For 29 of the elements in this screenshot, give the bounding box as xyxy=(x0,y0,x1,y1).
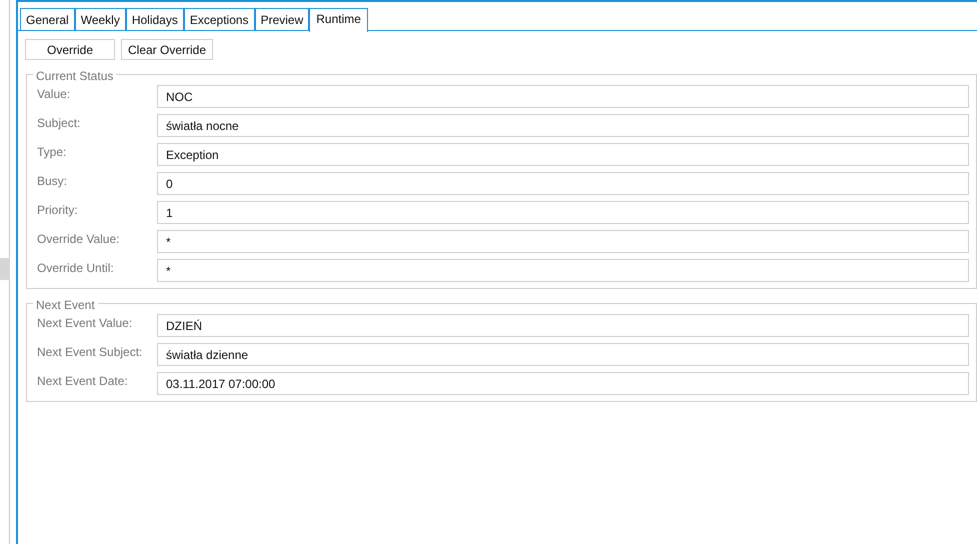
field-label: Priority: xyxy=(36,202,79,219)
field-label: Value: xyxy=(36,86,72,103)
field-label: Override Until: xyxy=(36,260,115,277)
text-field[interactable]: 0 xyxy=(157,172,969,195)
text-field[interactable]: NOC xyxy=(157,85,969,108)
text-field[interactable]: * xyxy=(157,259,969,282)
splitter-handle[interactable] xyxy=(0,258,10,280)
field-label: Subject: xyxy=(36,115,82,132)
tab[interactable]: Exceptions xyxy=(184,8,255,30)
tab[interactable]: Weekly xyxy=(74,8,126,30)
field-label: Type: xyxy=(36,144,68,161)
text-field[interactable]: Exception xyxy=(157,143,969,166)
tab[interactable]: Holidays xyxy=(126,8,184,30)
field-label: Override Value: xyxy=(36,231,120,248)
field-label: Busy: xyxy=(36,173,68,190)
text-field[interactable]: 1 xyxy=(157,201,969,224)
tab[interactable]: General xyxy=(20,8,75,30)
text-field[interactable]: światła dzienne xyxy=(157,343,969,366)
tab[interactable]: Runtime xyxy=(309,8,368,32)
toolbar-button[interactable]: Clear Override xyxy=(121,39,214,60)
toolbar-button[interactable]: Override xyxy=(25,39,115,60)
tab[interactable]: Preview xyxy=(254,8,310,30)
text-field[interactable]: * xyxy=(157,230,969,253)
field-label: Next Event Subject: xyxy=(36,344,144,361)
text-field[interactable]: DZIEŃ xyxy=(157,314,969,337)
field-label: Next Event Value: xyxy=(36,315,134,332)
text-field[interactable]: 03.11.2017 07:00:00 xyxy=(157,372,969,395)
field-label: Next Event Date: xyxy=(36,373,129,390)
text-field[interactable]: światła nocne xyxy=(157,114,969,137)
